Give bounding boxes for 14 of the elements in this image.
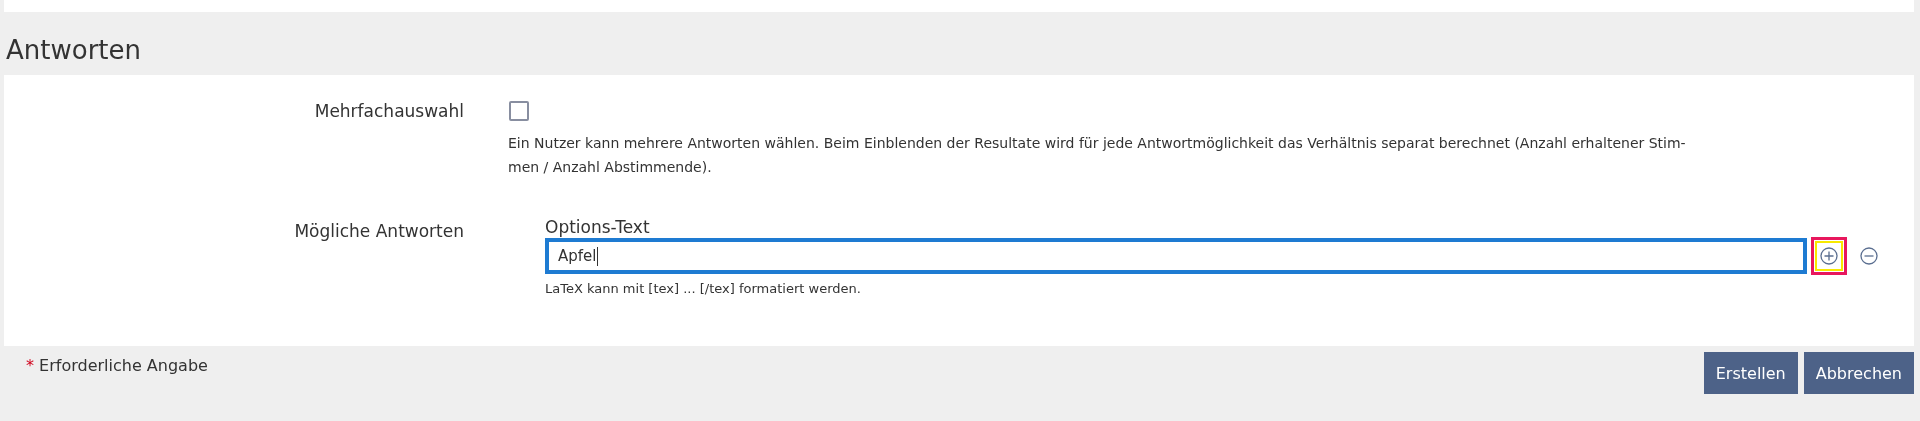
- plus-icon: [1820, 247, 1838, 265]
- add-button[interactable]: [1811, 237, 1847, 275]
- section-title: Antworten: [5, 34, 142, 67]
- column-title: Options-Text: [545, 217, 651, 237]
- field-label: Mögliche Antworten: [294, 221, 464, 241]
- form-button[interactable]: Abbrechen: [1803, 352, 1914, 394]
- input-field[interactable]: Apfel: [545, 238, 1807, 274]
- required-note: * Erforderliche Angabe: [25, 355, 208, 377]
- minus-icon: [1860, 247, 1878, 265]
- help-text: LaTeX kann mit [tex] ... [/tex] formatiert werden.: [545, 280, 862, 298]
- help-text: Ein Nutzer kann mehrere Antworten wählen. Beim Einblenden der Resultate wird für jede Antwortmöglichkeit das Verhältnis separat berechnet (Anzahl erhaltener Stim- men / Anzahl Abstimmende).: [508, 134, 1687, 177]
- field-label: Mehrfachauswahl: [314, 101, 464, 121]
- checkbox[interactable]: [509, 101, 529, 121]
- form-button[interactable]: Erstellen: [1703, 352, 1798, 394]
